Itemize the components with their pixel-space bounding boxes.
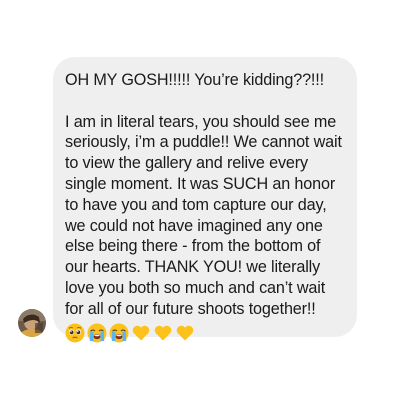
message-body-line: to view the gallery and relive every bbox=[65, 154, 308, 173]
message-body-line: to have you and tom capture our day, bbox=[65, 195, 327, 214]
message-body-line: seriously, i’m a puddle!! We cannot wait bbox=[65, 133, 342, 152]
loudly-crying-face-icon bbox=[87, 323, 107, 343]
sender-avatar[interactable] bbox=[18, 309, 46, 337]
message-headline: OH MY GOSH!!!!! You’re kidding??!!! bbox=[65, 71, 324, 89]
message-bubble[interactable]: OH MY GOSH!!!!! You’re kidding??!!! I am… bbox=[53, 57, 357, 343]
pleading-face-icon bbox=[65, 323, 85, 343]
emoji-row bbox=[65, 322, 347, 344]
message-body-line: love you both so much and can’t wait bbox=[65, 278, 326, 297]
yellow-heart-icon bbox=[176, 325, 194, 341]
message-body-line: for all of our future shoots together!! bbox=[65, 299, 316, 318]
message-body-line: I am in literal tears, you should see me bbox=[65, 112, 337, 131]
message-body-line: we could not have imagined any one bbox=[65, 216, 323, 235]
loudly-crying-face-icon bbox=[109, 323, 129, 343]
yellow-heart-icon bbox=[132, 325, 150, 341]
avatar-photo-icon bbox=[18, 309, 46, 337]
message-thread: OH MY GOSH!!!!! You’re kidding??!!! I am… bbox=[0, 0, 400, 400]
message-body-line: our hearts. THANK YOU! we literally bbox=[65, 258, 321, 277]
message-body-line: single moment. It was SUCH an honor bbox=[65, 174, 336, 193]
message-body-line: else being there - from the bottom of bbox=[65, 237, 321, 256]
yellow-heart-icon bbox=[154, 325, 172, 341]
